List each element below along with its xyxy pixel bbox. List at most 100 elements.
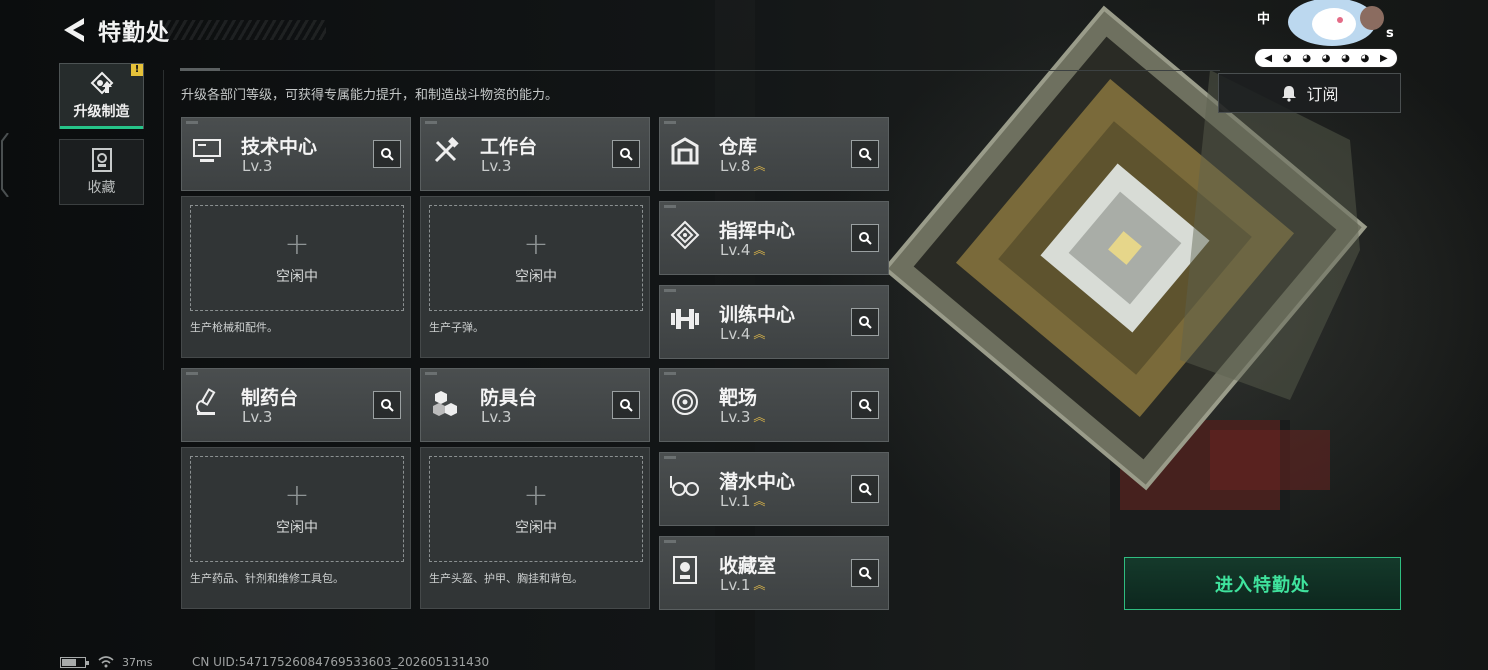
cat-face-icon: ◕ (1321, 52, 1331, 64)
slot-description: 生产头盔、护甲、胸挂和背包。 (429, 572, 583, 585)
facility-card-armor-bench[interactable]: 防具台 Lv.3 (420, 368, 650, 442)
divider (163, 70, 164, 370)
production-slot-pharmacy[interactable]: + 空闲中 生产药品、针剂和维修工具包。 (181, 447, 411, 609)
subscribe-button[interactable]: 订阅 (1218, 73, 1401, 113)
cat-face-icon: ◕ (1302, 52, 1311, 64)
collection-icon (91, 148, 112, 172)
search-icon (620, 399, 633, 412)
facility-card-collection-room[interactable]: 收藏室 Lv.1 ︽ (659, 536, 889, 610)
slot-description: 生产子弹。 (429, 321, 484, 334)
plus-icon: + (284, 227, 310, 262)
facility-name: 指挥中心 (719, 220, 796, 242)
slot-status: 空闲中 (276, 520, 318, 536)
tools-icon (429, 134, 463, 168)
facility-level: Lv.3 ︽ (720, 408, 766, 426)
search-button[interactable] (612, 140, 640, 168)
facility-name: 潜水中心 (719, 471, 796, 493)
search-button[interactable] (851, 140, 879, 168)
plus-icon: + (523, 478, 549, 513)
production-slot-workbench[interactable]: + 空闲中 生产子弹。 (420, 196, 650, 358)
facility-card-warehouse[interactable]: 仓库 Lv.8 ︽ (659, 117, 889, 191)
subscribe-label: 订阅 (1306, 85, 1339, 104)
search-button[interactable] (373, 391, 401, 419)
command-icon (668, 218, 702, 252)
search-icon (859, 232, 872, 245)
empty-slot[interactable]: + 空闲中 (190, 205, 404, 311)
search-icon (859, 483, 872, 496)
microscope-icon (190, 385, 224, 419)
search-icon (381, 148, 394, 161)
slot-description: 生产枪械和配件。 (190, 321, 278, 334)
facility-card-tech-center[interactable]: 技术中心 Lv.3 (181, 117, 411, 191)
overlay-tag: 中 (1257, 12, 1271, 27)
wifi-icon (98, 656, 114, 668)
empty-slot[interactable]: + 空闲中 (190, 456, 404, 562)
stream-overlay-widget: 中 s ◀ ◕ ◕ ◕ ◕ ◕ ▶ (1254, 0, 1398, 70)
mascot-sticker-icon (1288, 0, 1384, 46)
production-slot-tech-center[interactable]: + 空闲中 生产枪械和配件。 (181, 196, 411, 358)
level-up-chevron-icon: ︽ (753, 410, 766, 424)
facility-card-training-center[interactable]: 训练中心 Lv.4 ︽ (659, 285, 889, 359)
facility-name: 收藏室 (719, 555, 777, 577)
facility-card-shooting-range[interactable]: 靶场 Lv.3 ︽ (659, 368, 889, 442)
tab-label: 收藏 (87, 180, 116, 196)
upgrade-manufacture-icon (90, 71, 113, 95)
title-decoration (160, 20, 326, 40)
cat-face-icon: ◕ (1282, 52, 1292, 64)
status-bar: 37ms (60, 654, 152, 670)
slot-status: 空闲中 (515, 269, 557, 285)
divider (180, 70, 1220, 71)
facility-name: 工作台 (480, 136, 538, 158)
facility-name: 技术中心 (241, 136, 318, 158)
ping-text: 37ms (122, 655, 153, 669)
cat-face-icon: ◕ (1341, 52, 1350, 64)
production-slot-armor-bench[interactable]: + 空闲中 生产头盔、护甲、胸挂和背包。 (420, 447, 650, 609)
dumbbell-icon (668, 302, 702, 336)
cat-face-icon: ◕ (1360, 52, 1370, 64)
top-bar: 特勤处 (58, 12, 170, 48)
search-icon (859, 567, 872, 580)
left-arrow-icon: ◀ (1264, 52, 1273, 64)
facility-level: Lv.4 ︽ (720, 241, 766, 259)
facility-level: Lv.1 ︽ (720, 576, 766, 594)
overlay-tag: s (1386, 26, 1394, 41)
facility-name: 防具台 (480, 387, 538, 409)
armor-blocks-icon (429, 385, 463, 419)
search-icon (859, 148, 872, 161)
level-up-chevron-icon: ︽ (753, 494, 766, 508)
emote-bar: ◀ ◕ ◕ ◕ ◕ ◕ ▶ (1254, 48, 1398, 68)
target-icon (668, 385, 702, 419)
empty-slot[interactable]: + 空闲中 (429, 205, 643, 311)
goggles-icon (668, 469, 702, 503)
empty-slot[interactable]: + 空闲中 (429, 456, 643, 562)
right-arrow-icon: ▶ (1379, 52, 1388, 64)
tab-collection[interactable]: 收藏 (59, 139, 144, 205)
search-button[interactable] (851, 559, 879, 587)
search-button[interactable] (851, 475, 879, 503)
divider-accent (180, 68, 220, 71)
slot-status: 空闲中 (276, 269, 318, 285)
facility-card-command-center[interactable]: 指挥中心 Lv.4 ︽ (659, 201, 889, 275)
tab-label: 升级制造 (73, 104, 130, 120)
search-button[interactable] (851, 224, 879, 252)
search-button[interactable] (851, 391, 879, 419)
facility-card-workbench[interactable]: 工作台 Lv.3 (420, 117, 650, 191)
facility-level: Lv.3 (481, 157, 512, 175)
search-button[interactable] (373, 140, 401, 168)
search-icon (620, 148, 633, 161)
search-button[interactable] (851, 308, 879, 336)
back-button[interactable] (58, 12, 88, 48)
facility-name: 仓库 (719, 136, 758, 158)
facility-level: Lv.3 (242, 157, 273, 175)
facility-level: Lv.1 ︽ (720, 492, 766, 510)
tab-upgrade-manufacture[interactable]: ! 升级制造 (59, 63, 144, 129)
bell-icon (1282, 86, 1297, 102)
facility-name: 训练中心 (719, 304, 796, 326)
notification-badge: ! (131, 64, 143, 76)
search-button[interactable] (612, 391, 640, 419)
facility-level: Lv.3 (242, 408, 273, 426)
enter-special-ops-button[interactable]: 进入特勤处 (1124, 557, 1401, 610)
facility-card-pharmacy[interactable]: 制药台 Lv.3 (181, 368, 411, 442)
plus-icon: + (523, 227, 549, 262)
facility-card-diving-center[interactable]: 潜水中心 Lv.1 ︽ (659, 452, 889, 526)
